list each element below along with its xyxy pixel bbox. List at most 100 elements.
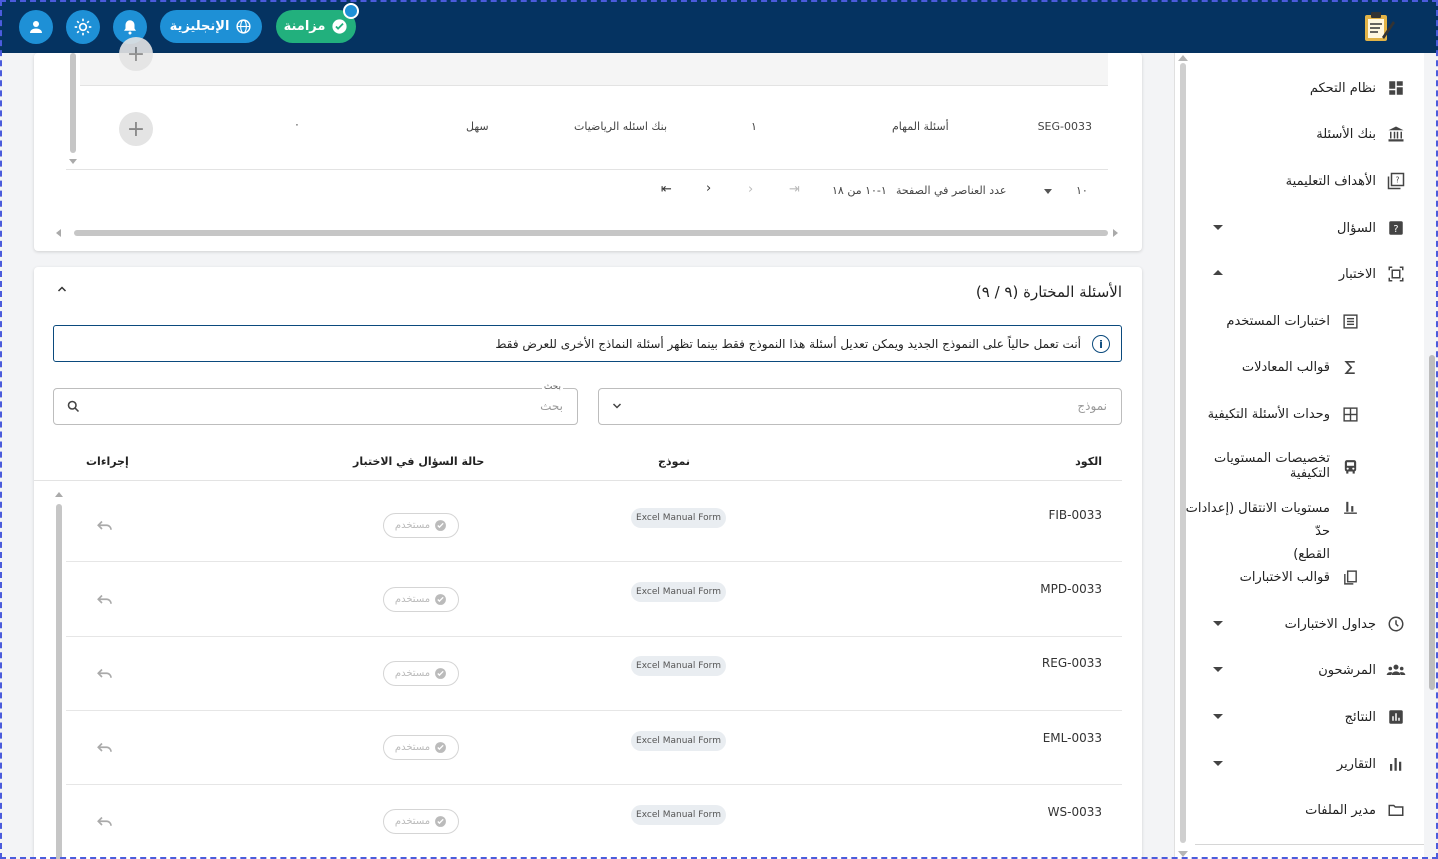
- scroll-up-icon[interactable]: [55, 492, 63, 497]
- undo-icon[interactable]: [96, 741, 114, 755]
- grid-icon: [1340, 404, 1360, 424]
- row-count: ١: [751, 120, 757, 133]
- header-divider: [34, 480, 1122, 481]
- top-bar: الإنجليزية مزامنة: [0, 0, 1438, 53]
- status-label: مستخدم: [394, 520, 431, 531]
- sidebar-item-label: وحدات الأسئلة التكيفية: [1207, 406, 1330, 422]
- user-menu-button[interactable]: [19, 10, 53, 44]
- sidebar-item-adaptive-levels[interactable]: تخصيصات المستويات التكيفية: [1175, 451, 1360, 481]
- page-scrollbar[interactable]: [1429, 355, 1435, 690]
- sync-status-dot: [343, 3, 359, 19]
- sidebar-item-question[interactable]: ? السؤال: [1337, 218, 1406, 238]
- sidebar-item-objectives[interactable]: ? الأهداف التعليمية: [1286, 171, 1406, 191]
- sidebar-item-exam-schedules[interactable]: جداول الاختبارات: [1285, 614, 1406, 634]
- sidebar-item-label: الأهداف التعليمية: [1285, 173, 1376, 189]
- clock-icon: [1386, 614, 1406, 634]
- search-input[interactable]: بحث: [540, 399, 563, 413]
- undo-icon[interactable]: [96, 593, 114, 607]
- model-chip: Excel Manual Form: [631, 805, 726, 825]
- sidebar-item-label: الاختبار: [1338, 266, 1376, 282]
- sidebar-item-label: تخصيصات المستويات التكيفية: [1214, 451, 1330, 481]
- status-label: مستخدم: [394, 816, 431, 827]
- undo-icon[interactable]: [96, 519, 114, 533]
- caret-down-icon[interactable]: [1213, 621, 1223, 626]
- column-status: حالة السؤال في الاختبار: [353, 455, 485, 468]
- sidebar-item-label: مستويات الانتقال (إعدادات حدّ: [1185, 501, 1330, 539]
- sidebar-item-label: المرشحون: [1318, 662, 1376, 678]
- caret-down-icon[interactable]: [1213, 667, 1223, 672]
- caret-down-icon[interactable]: [1213, 225, 1223, 230]
- sidebar-item-transition-levels[interactable]: مستويات الانتقال (إعدادات حدّ القطع): [1175, 497, 1360, 566]
- sidebar-item-label-line2: القطع): [1293, 547, 1330, 562]
- chevron-down-icon: [612, 403, 622, 409]
- per-page-value[interactable]: ١٠: [1076, 184, 1088, 197]
- status-label: مستخدم: [394, 742, 431, 753]
- add-row-button[interactable]: +: [119, 112, 153, 146]
- previous-page-icon[interactable]: ›: [706, 181, 711, 196]
- scroll-down-icon[interactable]: [69, 159, 77, 164]
- row-code: MPD-0033: [1040, 582, 1102, 596]
- sidebar-item-label: قوالب الاختبارات: [1239, 569, 1330, 585]
- row-divider: [66, 710, 1122, 711]
- bus-icon: [1340, 456, 1360, 476]
- sidebar-item-candidates[interactable]: المرشحون: [1318, 660, 1406, 680]
- question-icon: ?: [1386, 218, 1406, 238]
- sidebar-item-label: بنك الأسئلة: [1316, 126, 1376, 142]
- sidebar-item-user-exams[interactable]: اختبارات المستخدم: [1226, 311, 1360, 331]
- people-icon: [1386, 660, 1406, 680]
- search-legend: بحث: [541, 382, 563, 392]
- collapse-button[interactable]: [56, 283, 68, 299]
- model-select[interactable]: نموذج: [598, 388, 1122, 425]
- add-row-button[interactable]: +: [119, 37, 153, 71]
- sidebar-item-label: مدير الملفات: [1305, 802, 1376, 818]
- sidebar-item-exam-templates[interactable]: قوالب الاختبارات: [1240, 567, 1360, 587]
- last-page-icon[interactable]: ⇥: [789, 182, 800, 197]
- per-page-dropdown-icon[interactable]: [1044, 189, 1052, 194]
- sidebar-item-reports[interactable]: التقارير: [1337, 754, 1406, 774]
- status-badge: مستخدم: [383, 587, 459, 612]
- sidebar-scroll-up-icon[interactable]: [1178, 55, 1188, 61]
- next-page-icon[interactable]: ›: [748, 182, 753, 197]
- table-scrollbar[interactable]: [56, 504, 62, 859]
- column-code: الكود: [1075, 455, 1102, 468]
- undo-icon[interactable]: [96, 667, 114, 681]
- list-icon: [1340, 311, 1360, 331]
- sync-button[interactable]: مزامنة: [276, 3, 359, 43]
- scroll-right-icon[interactable]: [1113, 229, 1118, 237]
- sidebar-item-label: النتائج: [1344, 709, 1376, 725]
- language-button[interactable]: الإنجليزية: [160, 10, 262, 43]
- check-circle-icon: [435, 594, 447, 605]
- scroll-left-icon[interactable]: [56, 229, 61, 237]
- row-extra: ٠: [294, 118, 300, 131]
- sidebar-item-dashboard[interactable]: نظام التحكم: [1310, 78, 1406, 98]
- caret-down-icon[interactable]: [1213, 761, 1223, 766]
- caret-down-icon[interactable]: [1213, 714, 1223, 719]
- sidebar-item-label: جداول الاختبارات: [1284, 616, 1376, 632]
- search-field[interactable]: بحث بحث: [53, 382, 578, 425]
- check-circle-icon: [435, 816, 447, 827]
- folder-icon: [1386, 800, 1406, 820]
- language-label: الإنجليزية: [169, 19, 230, 34]
- sidebar-item-equation-templates[interactable]: قوالب المعادلات: [1242, 357, 1360, 377]
- undo-icon[interactable]: [96, 815, 114, 829]
- row-bank: بنك اسئله الرياضيات: [574, 120, 668, 133]
- sidebar-item-file-manager[interactable]: مدير الملفات: [1305, 800, 1406, 820]
- copy-icon: [1340, 567, 1360, 587]
- theme-toggle-button[interactable]: [66, 10, 100, 44]
- sigma-icon: [1340, 357, 1360, 377]
- table-scrollbar[interactable]: [70, 53, 76, 153]
- chevron-up-icon: [57, 286, 67, 292]
- sidebar-item-label: نظام التحكم: [1309, 80, 1376, 96]
- first-page-icon[interactable]: ⇤: [661, 182, 672, 197]
- sidebar-scroll-down-icon[interactable]: [1178, 851, 1188, 857]
- sidebar-item-exam[interactable]: الاختبار: [1339, 264, 1406, 284]
- sidebar-divider: [1195, 844, 1424, 845]
- row-code: REG-0033: [1041, 656, 1102, 670]
- per-page-label: عدد العناصر في الصفحة: [896, 184, 1007, 197]
- sidebar-item-question-bank[interactable]: بنك الأسئلة: [1316, 124, 1406, 144]
- sidebar-item-adaptive-units[interactable]: وحدات الأسئلة التكيفية: [1208, 404, 1360, 424]
- horizontal-scrollbar[interactable]: [74, 230, 1108, 236]
- caret-up-icon[interactable]: [1213, 270, 1223, 275]
- model-chip: Excel Manual Form: [631, 508, 726, 528]
- sidebar-item-results[interactable]: النتائج: [1345, 707, 1406, 727]
